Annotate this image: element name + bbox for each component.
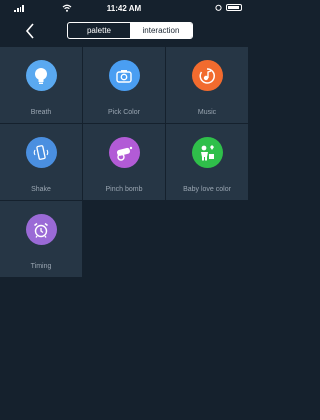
tile-label: Timing <box>30 263 52 270</box>
tile-label: Pick Color <box>108 109 140 116</box>
mode-segmented-control: palette interaction <box>67 22 193 39</box>
tile-pick-color[interactable]: Pick Color <box>83 47 165 123</box>
status-time: 11:42 AM <box>106 4 142 13</box>
battery-icon <box>226 4 242 11</box>
alarm-clock-icon <box>25 214 57 245</box>
tile-label: Music <box>197 109 217 116</box>
tile-music[interactable]: Music <box>166 47 248 123</box>
tile-label: Breath <box>30 109 52 116</box>
back-button[interactable] <box>20 21 40 41</box>
tile-timing[interactable]: Timing <box>0 201 82 277</box>
tile-label: Baby love color <box>183 186 231 193</box>
phone-shake-icon <box>25 137 57 168</box>
tab-palette[interactable]: palette <box>68 23 130 38</box>
tile-pinch-bomb[interactable]: Pinch bomb <box>83 124 165 200</box>
chevron-left-icon <box>25 23 34 39</box>
interaction-grid: Breath Pick Color Music Shake Pinch bomb… <box>0 47 248 277</box>
status-bar: 11:42 AM <box>0 0 248 17</box>
tab-interaction[interactable]: interaction <box>130 23 192 38</box>
tile-label: Pinch bomb <box>105 186 143 193</box>
tile-shake[interactable]: Shake <box>0 124 82 200</box>
music-icon <box>191 60 223 91</box>
tile-baby-love-color[interactable]: Baby love color <box>166 124 248 200</box>
tile-breath[interactable]: Breath <box>0 47 82 123</box>
cannon-icon <box>108 137 140 168</box>
nav-bar: palette interaction <box>0 17 248 45</box>
tile-label: Shake <box>31 186 51 193</box>
alarm-status-icon <box>215 4 222 11</box>
camera-icon <box>108 60 140 91</box>
lightbulb-icon <box>25 60 57 91</box>
baby-icon <box>191 137 223 168</box>
